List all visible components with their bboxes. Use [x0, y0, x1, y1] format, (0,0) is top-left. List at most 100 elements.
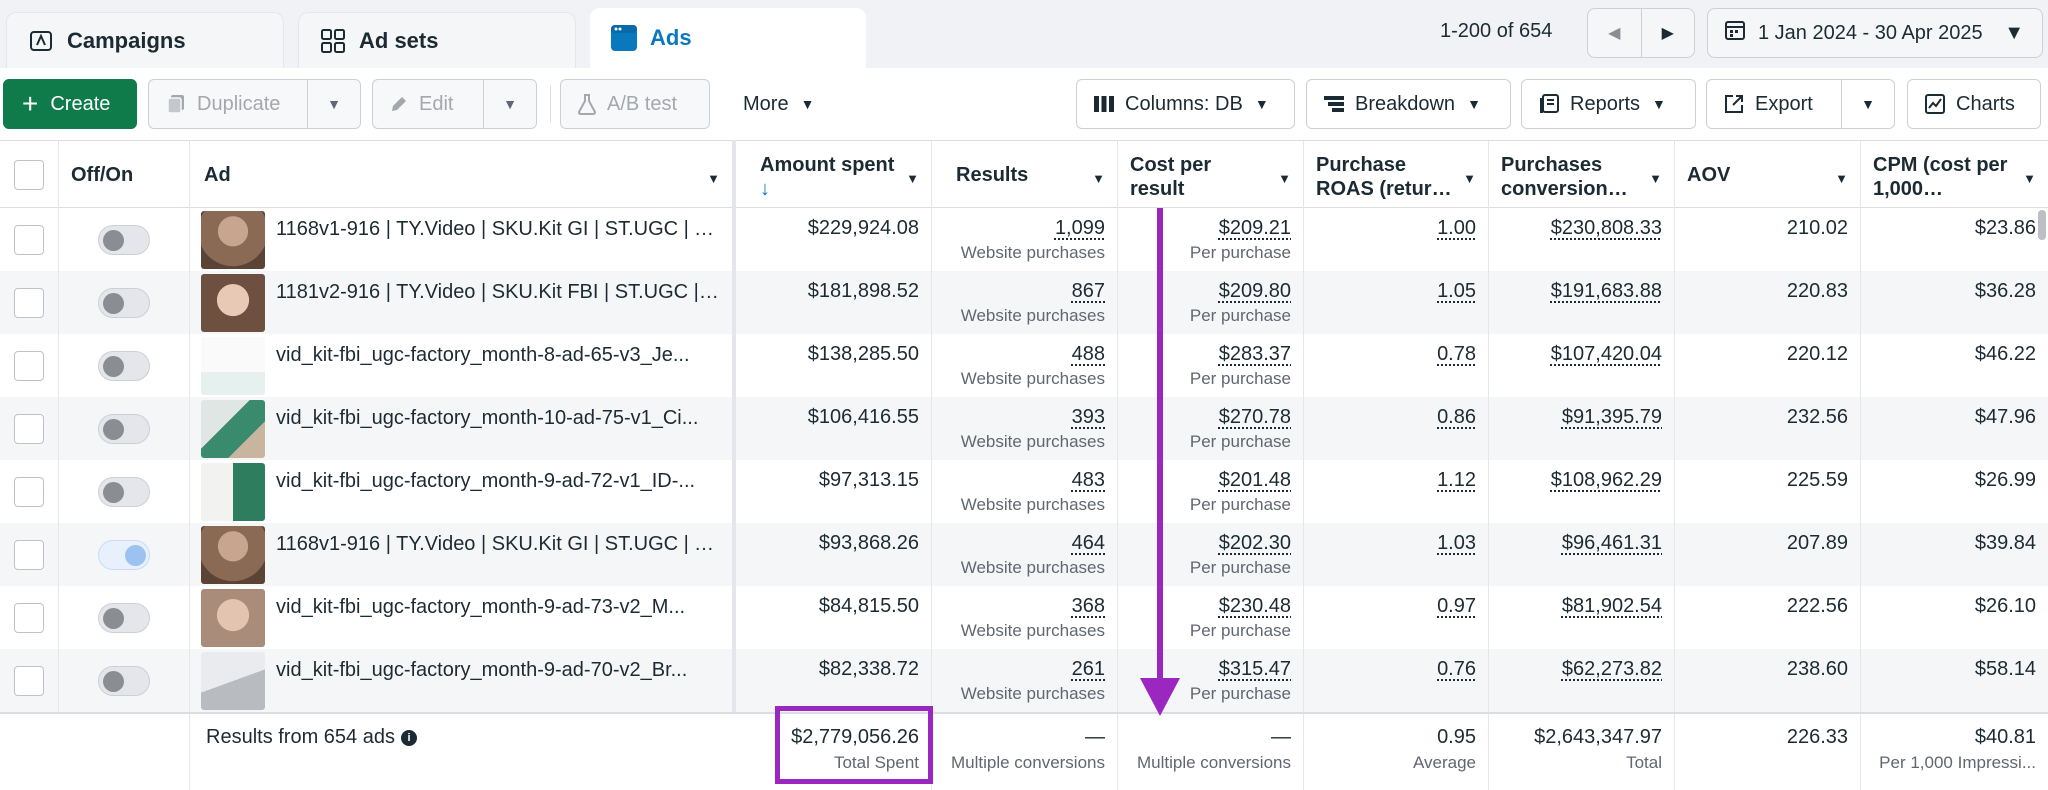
ad-name-link[interactable]: vid_kit-fbi_ugc-factory_month-9-ad-70-v2…	[276, 659, 722, 682]
ad-name-link[interactable]: 1168v1-916 | TY.Video | SKU.Kit GI | ST.…	[276, 218, 722, 241]
results-value[interactable]: 393	[932, 405, 1105, 429]
duplicate-dropdown-button[interactable]: ▼	[307, 79, 361, 129]
row-checkbox[interactable]	[14, 224, 44, 255]
ad-name-link[interactable]: vid_kit-fbi_ugc-factory_month-8-ad-65-v3…	[276, 344, 722, 367]
ad-status-toggle[interactable]	[98, 413, 150, 444]
roas-value[interactable]: 0.97	[1304, 594, 1476, 618]
charts-button[interactable]: Charts	[1907, 79, 2041, 129]
roas-value[interactable]: 0.76	[1304, 657, 1476, 681]
purchases-value[interactable]: $91,395.79	[1489, 405, 1662, 429]
roas-value[interactable]: 1.05	[1304, 279, 1476, 303]
cpr-value[interactable]: $209.21	[1118, 216, 1291, 240]
roas-value[interactable]: 0.86	[1304, 405, 1476, 429]
export-button[interactable]: Export	[1706, 79, 1842, 129]
cpr-value[interactable]: $270.78	[1118, 405, 1291, 429]
header-purchase-roas[interactable]: Purchase ROAS (retur… ▼	[1304, 141, 1489, 209]
header-results[interactable]: Results ▼	[932, 141, 1118, 209]
header-purchases-conversion[interactable]: Purchases conversion… ▼	[1489, 141, 1675, 209]
table-row[interactable]: 1181v2-916 | TY.Video | SKU.Kit FBI | ST…	[0, 271, 2048, 334]
ad-name-link[interactable]: vid_kit-fbi_ugc-factory_month-9-ad-73-v2…	[276, 596, 722, 619]
roas-value[interactable]: 1.12	[1304, 468, 1476, 492]
row-checkbox[interactable]	[14, 476, 44, 507]
purchases-value[interactable]: $108,962.29	[1489, 468, 1662, 492]
reports-button[interactable]: Reports ▼	[1521, 79, 1696, 129]
ad-thumbnail[interactable]	[201, 337, 265, 395]
results-value[interactable]: 368	[932, 594, 1105, 618]
breakdown-button[interactable]: Breakdown ▼	[1306, 79, 1511, 129]
results-value[interactable]: 261	[932, 657, 1105, 681]
table-row[interactable]: vid_kit-fbi_ugc-factory_month-8-ad-65-v3…	[0, 334, 2048, 397]
ad-status-toggle[interactable]	[98, 665, 150, 696]
select-all-checkbox[interactable]	[14, 160, 44, 190]
ad-thumbnail[interactable]	[201, 463, 265, 521]
ad-name-link[interactable]: 1181v2-916 | TY.Video | SKU.Kit FBI | ST…	[276, 281, 722, 304]
row-checkbox[interactable]	[14, 350, 44, 381]
results-value[interactable]: 483	[932, 468, 1105, 492]
ad-name-link[interactable]: 1168v1-916 | TY.Video | SKU.Kit GI | ST.…	[276, 533, 722, 556]
tab-ad-sets[interactable]: Ad sets	[298, 12, 576, 68]
table-row[interactable]: 1168v1-916 | TY.Video | SKU.Kit GI | ST.…	[0, 523, 2048, 586]
date-range-picker[interactable]: 1 Jan 2024 - 30 Apr 2025 ▼	[1707, 8, 2043, 58]
edit-dropdown-button[interactable]: ▼	[483, 79, 537, 129]
tab-ads[interactable]: Ads	[590, 8, 866, 68]
purchases-value[interactable]: $191,683.88	[1489, 279, 1662, 303]
create-button[interactable]: + Create	[3, 79, 137, 129]
next-page-button[interactable]: ▶	[1642, 9, 1695, 57]
table-row[interactable]: vid_kit-fbi_ugc-factory_month-10-ad-75-v…	[0, 397, 2048, 460]
results-value[interactable]: 488	[932, 342, 1105, 366]
cpr-value[interactable]: $201.48	[1118, 468, 1291, 492]
ad-status-toggle[interactable]	[98, 539, 150, 570]
table-row[interactable]: vid_kit-fbi_ugc-factory_month-9-ad-70-v2…	[0, 649, 2048, 712]
purchases-value[interactable]: $107,420.04	[1489, 342, 1662, 366]
purchases-value[interactable]: $230,808.33	[1489, 216, 1662, 240]
header-cpm[interactable]: CPM (cost per 1,000… ▼	[1861, 141, 2048, 209]
tab-campaigns[interactable]: Campaigns	[6, 12, 284, 68]
ab-test-button[interactable]: A/B test	[560, 79, 710, 129]
ad-status-toggle[interactable]	[98, 224, 150, 255]
cpr-value[interactable]: $230.48	[1118, 594, 1291, 618]
header-ad[interactable]: Ad ▼	[190, 141, 732, 209]
table-row[interactable]: vid_kit-fbi_ugc-factory_month-9-ad-72-v1…	[0, 460, 2048, 523]
ad-status-toggle[interactable]	[98, 287, 150, 318]
ad-name-link[interactable]: vid_kit-fbi_ugc-factory_month-10-ad-75-v…	[276, 407, 722, 430]
purchases-value[interactable]: $62,273.82	[1489, 657, 1662, 681]
more-button[interactable]: More ▼	[725, 79, 845, 129]
row-checkbox[interactable]	[14, 287, 44, 318]
ad-status-toggle[interactable]	[98, 476, 150, 507]
info-icon[interactable]: i	[400, 730, 417, 746]
ad-thumbnail[interactable]	[201, 652, 265, 710]
roas-value[interactable]: 1.00	[1304, 216, 1476, 240]
ad-thumbnail[interactable]	[201, 400, 265, 458]
cpr-value[interactable]: $209.80	[1118, 279, 1291, 303]
purchases-value[interactable]: $81,902.54	[1489, 594, 1662, 618]
header-cost-per-result[interactable]: Cost per result ▼	[1118, 141, 1304, 209]
previous-page-button[interactable]: ◀	[1588, 9, 1642, 57]
cpr-value[interactable]: $202.30	[1118, 531, 1291, 555]
vertical-scrollbar[interactable]	[2038, 210, 2046, 240]
ad-name-link[interactable]: vid_kit-fbi_ugc-factory_month-9-ad-72-v1…	[276, 470, 722, 493]
row-checkbox[interactable]	[14, 602, 44, 633]
ad-thumbnail[interactable]	[201, 274, 265, 332]
results-value[interactable]: 1,099	[932, 216, 1105, 240]
ad-thumbnail[interactable]	[201, 211, 265, 269]
cpr-value[interactable]: $315.47	[1118, 657, 1291, 681]
row-checkbox[interactable]	[14, 539, 44, 570]
export-dropdown-button[interactable]: ▼	[1841, 79, 1895, 129]
header-aov[interactable]: AOV ▼	[1675, 141, 1861, 209]
columns-button[interactable]: Columns: DB ▼	[1076, 79, 1295, 129]
roas-value[interactable]: 0.78	[1304, 342, 1476, 366]
ad-status-toggle[interactable]	[98, 602, 150, 633]
purchases-value[interactable]: $96,461.31	[1489, 531, 1662, 555]
ad-thumbnail[interactable]	[201, 589, 265, 647]
results-value[interactable]: 867	[932, 279, 1105, 303]
duplicate-button[interactable]: Duplicate	[148, 79, 308, 129]
table-row[interactable]: vid_kit-fbi_ugc-factory_month-9-ad-73-v2…	[0, 586, 2048, 649]
ad-thumbnail[interactable]	[201, 526, 265, 584]
table-row[interactable]: 1168v1-916 | TY.Video | SKU.Kit GI | ST.…	[0, 208, 2048, 271]
roas-value[interactable]: 1.03	[1304, 531, 1476, 555]
cpr-value[interactable]: $283.37	[1118, 342, 1291, 366]
header-amount-spent[interactable]: Amount spent ↓ ▼	[736, 141, 932, 209]
row-checkbox[interactable]	[14, 665, 44, 696]
header-off-on[interactable]: Off/On	[59, 141, 190, 209]
row-checkbox[interactable]	[14, 413, 44, 444]
